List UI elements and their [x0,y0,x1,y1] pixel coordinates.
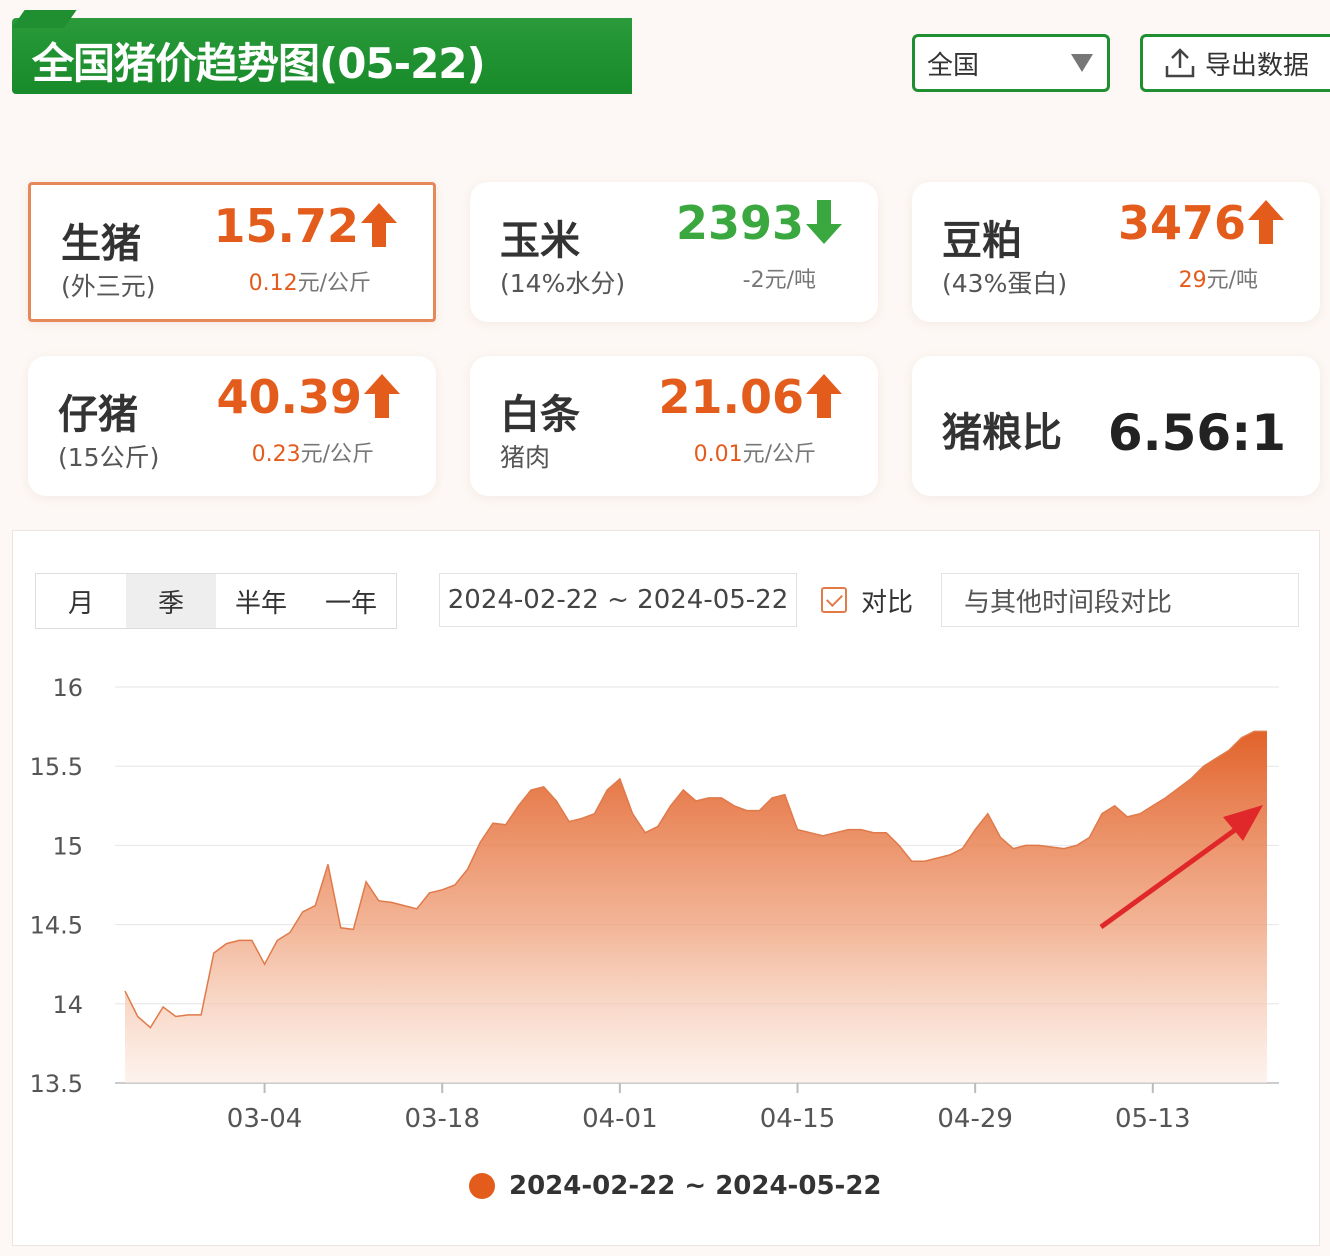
y-tick-label: 16 [52,674,83,702]
y-tick-label: 14 [52,991,83,1019]
card-sub: (14%水分) [500,269,626,298]
tab-half-year[interactable]: 半年 [216,574,306,628]
y-tick-label: 13.5 [30,1070,83,1098]
card-price: 40.39 [216,370,400,424]
card-change: 29元/吨 [1178,268,1258,293]
card-name: 白条 [500,392,580,438]
card-name: 猪粮比 [942,410,1062,456]
legend-label: 2024-02-22 ~ 2024-05-22 [509,1171,882,1201]
y-tick-label: 14.5 [30,912,83,940]
series-area [125,731,1267,1083]
export-data-button[interactable]: 导出数据 [1140,34,1330,92]
card-price: 3476 [1118,196,1284,250]
y-tick-label: 15.5 [30,753,83,781]
compare-period-input[interactable]: 与其他时间段对比 [941,573,1299,627]
card-change: 0.23元/公斤 [251,442,374,467]
chart-legend[interactable]: 2024-02-22 ~ 2024-05-22 [469,1171,882,1201]
card-sub: (外三元) [61,272,156,301]
upload-icon [1165,48,1195,78]
card-piglet[interactable]: 仔猪 (15公斤) 40.39 0.23元/公斤 [28,356,436,496]
tab-quarter[interactable]: 季 [126,574,216,628]
x-tick-label: 05-13 [1115,1104,1191,1134]
card-corn[interactable]: 玉米 (14%水分) 2393 -2元/吨 [470,182,878,322]
arrow-up-icon [361,203,397,247]
card-price: 21.06 [658,370,842,424]
export-data-label: 导出数据 [1205,50,1310,81]
x-tick-label: 04-15 [760,1104,836,1134]
card-live-hog[interactable]: 生猪 (外三元) 15.72 0.12元/公斤 [28,182,436,322]
y-tick-label: 15 [52,832,83,860]
x-tick-label: 04-29 [937,1104,1013,1134]
x-tick-label: 03-18 [404,1104,480,1134]
region-select-value: 全国 [927,50,980,81]
x-tick-label: 03-04 [227,1104,303,1134]
arrow-down-icon [806,200,842,244]
card-soybean-meal[interactable]: 豆粕 (43%蛋白) 3476 29元/吨 [912,182,1320,322]
card-sub: (43%蛋白) [942,269,1068,298]
card-change: 0.01元/公斤 [693,442,816,467]
card-change: -2元/吨 [742,268,816,293]
tab-month[interactable]: 月 [36,574,126,628]
arrow-up-icon [364,374,400,418]
chart-panel: 月 季 半年 一年 2024-02-22 ~ 2024-05-22 对比 与其他… [12,530,1320,1246]
legend-swatch [469,1173,495,1199]
card-price: 2393 [676,196,842,250]
card-hog-grain-ratio[interactable]: 猪粮比 6.56:1 [912,356,1320,496]
compare-label: 对比 [861,587,914,618]
card-sub: 猪肉 [500,443,551,472]
period-tabs: 月 季 半年 一年 [35,573,397,629]
arrow-up-icon [806,374,842,418]
compare-checkbox[interactable] [821,587,847,613]
card-ratio: 6.56:1 [1107,404,1286,462]
region-select[interactable]: 全国 [912,34,1110,92]
date-range-picker[interactable]: 2024-02-22 ~ 2024-05-22 [439,573,797,627]
arrow-up-icon [1248,200,1284,244]
dropdown-triangle-icon [1071,54,1093,72]
compare-toggle[interactable]: 对比 [821,573,913,627]
card-price: 15.72 [213,199,397,253]
x-tick-label: 04-01 [582,1104,658,1134]
card-name: 玉米 [500,218,580,264]
card-name: 生猪 [61,221,141,267]
price-area-chart: 16 15.5 15 14.5 14 13.5 03-04 03-18 04-01 04-15 0… [30,674,1279,1134]
card-name: 仔猪 [58,392,138,438]
card-name: 豆粕 [942,218,1022,264]
title-banner: 全国猪价趋势图(05-22) [12,18,632,94]
card-white-pork[interactable]: 白条 猪肉 21.06 0.01元/公斤 [470,356,878,496]
card-sub: (15公斤) [58,443,160,472]
card-change: 0.12元/公斤 [248,271,371,296]
tab-one-year[interactable]: 一年 [306,574,396,628]
page-title: 全国猪价趋势图(05-22) [32,39,486,88]
